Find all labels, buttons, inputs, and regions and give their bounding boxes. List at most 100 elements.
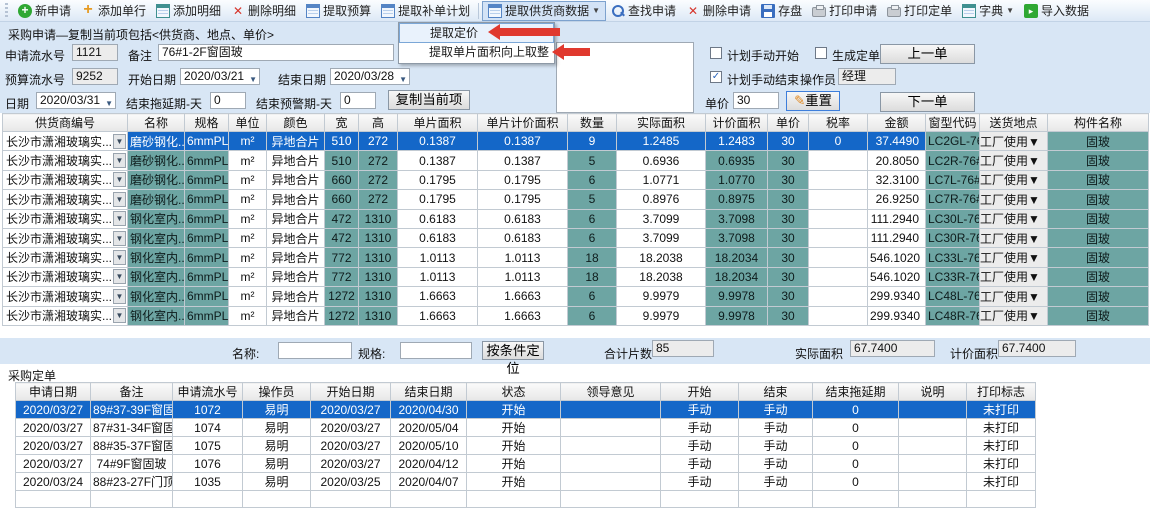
gen-order-checkbox[interactable] [815,47,827,59]
cell-delivery[interactable]: 工厂使用▼ [980,151,1048,170]
column-header[interactable]: 供货商编号 [3,114,128,132]
column-header[interactable]: 金额 [868,114,926,132]
toolbar-button-2[interactable]: 添加单行 [76,1,151,21]
column-header[interactable]: 单片计价面积 [478,114,568,132]
column-header[interactable]: 送货地点 [980,114,1048,132]
column-header[interactable]: 备注 [91,383,173,401]
combo-arrow-icon[interactable]: ▼ [113,153,126,168]
table-row[interactable]: 2020/03/2788#35-37F窗固玻1075易明2020/03/2720… [16,437,1036,455]
combo-arrow-icon[interactable]: ▼ [1028,173,1040,187]
table-row[interactable]: 2020/03/2488#23-27F门顶玻1035易明2020/03/2520… [16,473,1036,491]
table-row[interactable]: 长沙市潇湘玻璃实...▼磨砂钢化...6mmPLE...m²异地合片510272… [3,151,1149,170]
toolbar-button-12[interactable]: 打印定单 [882,1,957,21]
cell-supplier[interactable]: 长沙市潇湘玻璃实...▼ [3,190,128,209]
copy-current-button[interactable]: 复制当前项 [388,90,470,110]
toolbar-button-13[interactable]: 字典▼ [957,1,1019,21]
cell-delivery[interactable]: 工厂使用▼ [980,209,1048,228]
next-order-button[interactable]: 下一单 [880,92,975,112]
column-header[interactable]: 窗型代码 [926,114,980,132]
toolbar-button-9[interactable]: 删除申请 [681,1,756,21]
toolbar-button-11[interactable]: 打印申请 [807,1,882,21]
combo-arrow-icon[interactable]: ▼ [1028,232,1040,246]
cell-delivery[interactable]: 工厂使用▼ [980,170,1048,189]
column-header[interactable]: 申请日期 [16,383,91,401]
end-date-select[interactable]: 2020/03/28▼ [330,68,410,85]
cell-delivery[interactable]: 工厂使用▼ [980,287,1048,306]
combo-arrow-icon[interactable]: ▼ [113,308,126,323]
column-header[interactable]: 数量 [568,114,617,132]
toolbar-button-5[interactable]: 提取预算 [301,1,376,21]
column-header[interactable]: 状态 [467,383,561,401]
cell-supplier[interactable]: 长沙市潇湘玻璃实...▼ [3,267,128,286]
cell-supplier[interactable]: 长沙市潇湘玻璃实...▼ [3,170,128,189]
locate-button[interactable]: 按条件定位 [482,341,544,360]
cell-supplier[interactable]: 长沙市潇湘玻璃实...▼ [3,209,128,228]
cell-delivery[interactable]: 工厂使用▼ [980,190,1048,209]
table-row[interactable]: 长沙市潇湘玻璃实...▼钢化室内...6mmPLE...m²异地合片472131… [3,228,1149,247]
table-row[interactable]: 长沙市潇湘玻璃实...▼钢化室内...6mmPLE...m²异地合片127213… [3,306,1149,325]
column-header[interactable]: 结束拖延期 [813,383,899,401]
combo-arrow-icon[interactable]: ▼ [1028,135,1040,149]
menu-item-extract-area-roundup[interactable]: 提取单片面积向上取整 [399,43,554,63]
table-row[interactable]: 长沙市潇湘玻璃实...▼磨砂钢化...6mmPLE...m²异地合片510272… [3,132,1149,151]
combo-arrow-icon[interactable]: ▼ [1028,251,1040,265]
table-row[interactable]: 长沙市潇湘玻璃实...▼磨砂钢化...6mmPLE...m²异地合片660272… [3,170,1149,189]
cell-delivery[interactable]: 工厂使用▼ [980,132,1048,151]
end-warn-field[interactable]: 0 [340,92,376,109]
combo-arrow-icon[interactable]: ▼ [1028,212,1040,226]
table-row[interactable]: 2020/03/2789#37-39F窗固玻1072易明2020/03/2720… [16,401,1036,419]
column-header[interactable]: 结束日期 [391,383,467,401]
cell-delivery[interactable]: 工厂使用▼ [980,267,1048,286]
toolbar-button-1[interactable]: 新申请 [13,1,76,21]
column-header[interactable]: 规格 [185,114,229,132]
column-header[interactable]: 构件名称 [1048,114,1149,132]
combo-arrow-icon[interactable]: ▼ [113,192,126,207]
budget-no-field[interactable]: 9252 [72,68,118,85]
cell-supplier[interactable]: 长沙市潇湘玻璃实...▼ [3,248,128,267]
toolbar-button-6[interactable]: 提取补单计划 [376,1,475,21]
column-header[interactable]: 说明 [899,383,967,401]
table-row[interactable]: 长沙市潇湘玻璃实...▼钢化室内...6mmPLE...m²异地合片472131… [3,209,1149,228]
column-header[interactable]: 单片面积 [398,114,478,132]
combo-arrow-icon[interactable]: ▼ [1028,270,1040,284]
manual-start-checkbox[interactable] [710,47,722,59]
column-header[interactable]: 税率 [809,114,868,132]
combo-arrow-icon[interactable]: ▼ [1028,193,1040,207]
column-header[interactable]: 计价面积 [706,114,768,132]
cell-supplier[interactable]: 长沙市潇湘玻璃实...▼ [3,151,128,170]
column-header[interactable]: 结束 [739,383,813,401]
toolbar-button-10[interactable]: 存盘 [756,1,807,21]
operator-field[interactable]: 经理 [838,68,896,85]
reset-button[interactable]: ✎重置 [786,91,840,111]
request-no-field[interactable]: 1121 [72,44,118,61]
table-row[interactable]: 长沙市潇湘玻璃实...▼钢化室内...6mmPLE...m²异地合片127213… [3,287,1149,306]
cell-supplier[interactable]: 长沙市潇湘玻璃实...▼ [3,228,128,247]
table-row[interactable]: 长沙市潇湘玻璃实...▼钢化室内...6mmPLE...m²异地合片772131… [3,248,1149,267]
start-date-select[interactable]: 2020/03/21▼ [180,68,260,85]
combo-arrow-icon[interactable]: ▼ [1028,290,1040,304]
column-header[interactable]: 高 [359,114,398,132]
cell-delivery[interactable]: 工厂使用▼ [980,306,1048,325]
column-header[interactable]: 单位 [229,114,267,132]
toolbar-button-4[interactable]: 删除明细 [226,1,301,21]
cell-supplier[interactable]: 长沙市潇湘玻璃实...▼ [3,306,128,325]
column-header[interactable]: 颜色 [267,114,325,132]
column-header[interactable]: 领导意见 [561,383,661,401]
cell-delivery[interactable]: 工厂使用▼ [980,248,1048,267]
combo-arrow-icon[interactable]: ▼ [113,250,126,265]
combo-arrow-icon[interactable]: ▼ [113,134,126,149]
remark-field[interactable]: 76#1-2F窗固玻 [158,44,394,61]
combo-arrow-icon[interactable]: ▼ [113,289,126,304]
filter-spec-input[interactable] [400,342,472,359]
column-header[interactable]: 名称 [128,114,185,132]
combo-arrow-icon[interactable]: ▼ [113,231,126,246]
toolbar-grip[interactable] [5,3,8,19]
date-select[interactable]: 2020/03/31▼ [36,92,116,109]
prev-order-button[interactable]: 上一单 [880,44,975,64]
column-header[interactable]: 开始日期 [311,383,391,401]
filter-name-input[interactable] [278,342,352,359]
toolbar-button-7[interactable]: 提取供货商数据▼ [482,1,606,21]
table-row[interactable]: 2020/03/2787#31-34F窗固玻1074易明2020/03/2720… [16,419,1036,437]
table-row[interactable]: 长沙市潇湘玻璃实...▼钢化室内...6mmPLE...m²异地合片772131… [3,267,1149,286]
toolbar-button-3[interactable]: 添加明细 [151,1,226,21]
